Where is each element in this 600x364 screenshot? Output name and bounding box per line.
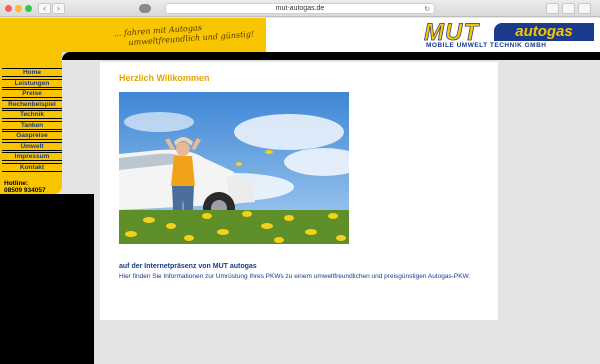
back-button[interactable]: ‹ [38, 3, 51, 14]
black-frame-top [62, 52, 600, 60]
nav-item-kontakt[interactable]: Kontakt [2, 162, 62, 172]
close-window-button[interactable] [5, 5, 12, 12]
extension-icon[interactable] [139, 4, 151, 13]
intro-text: Hier finden Sie Informationen zur Umrüst… [119, 273, 471, 280]
hotline: Hotline: 08509 934057 [4, 180, 46, 194]
reload-icon[interactable]: ↻ [424, 4, 430, 14]
nav-item-umwelt[interactable]: Umwelt [2, 141, 62, 151]
address-bar[interactable]: mut-autogas.de ↻ [165, 3, 435, 14]
nav-item-leistungen[interactable]: Leistungen [2, 78, 62, 88]
logo-autogas-text: autogas [494, 23, 594, 41]
nav-item-preise[interactable]: Preise [2, 89, 62, 98]
slogan-banner: ... fahren mit Autogas umweltfreundlich … [0, 18, 266, 52]
bookmarks-icon[interactable] [152, 3, 162, 14]
nav-menu: Home Leistungen Preise Rechenbeispiel Te… [2, 68, 62, 173]
nav-item-rechenbeispiel[interactable]: Rechenbeispiel [2, 99, 62, 109]
web-page: ... fahren mit Autogas umweltfreundlich … [0, 18, 600, 364]
hero-photo [119, 92, 349, 244]
hotline-number: 08509 934057 [4, 187, 46, 194]
nav-item-technik[interactable]: Technik [2, 110, 62, 119]
sidebar-nav: Home Leistungen Preise Rechenbeispiel Te… [0, 52, 62, 194]
page-title: Herzlich Willkommen [119, 73, 210, 83]
intro-heading: auf der Internetpräsenz von MUT autogas [119, 263, 257, 270]
slogan: ... fahren mit Autogas umweltfreundlich … [113, 19, 264, 49]
zoom-window-button[interactable] [25, 5, 32, 12]
share-icon[interactable] [546, 3, 559, 14]
mut-autogas-logo[interactable]: MUT autogas MOBILE UMWELT TECHNIK GMBH [424, 19, 596, 52]
downloads-icon[interactable] [578, 3, 591, 14]
hotline-label: Hotline: [4, 180, 29, 187]
nav-item-tanken[interactable]: Tanken [2, 120, 62, 130]
forward-button[interactable]: › [52, 3, 65, 14]
nav-item-gaspreise[interactable]: Gaspreise [2, 131, 62, 140]
main-content: Herzlich Willkommen auf der Internetpräs… [100, 62, 498, 320]
minimize-window-button[interactable] [15, 5, 22, 12]
logo-subtitle: MOBILE UMWELT TECHNIK GMBH [426, 42, 547, 49]
nav-item-impressum[interactable]: Impressum [2, 152, 62, 161]
browser-toolbar: ‹ › mut-autogas.de ↻ [0, 0, 600, 17]
url-text: mut-autogas.de [275, 5, 325, 12]
nav-item-home[interactable]: Home [2, 68, 62, 77]
tabs-overview-icon[interactable] [562, 3, 575, 14]
black-frame-side [0, 194, 94, 364]
